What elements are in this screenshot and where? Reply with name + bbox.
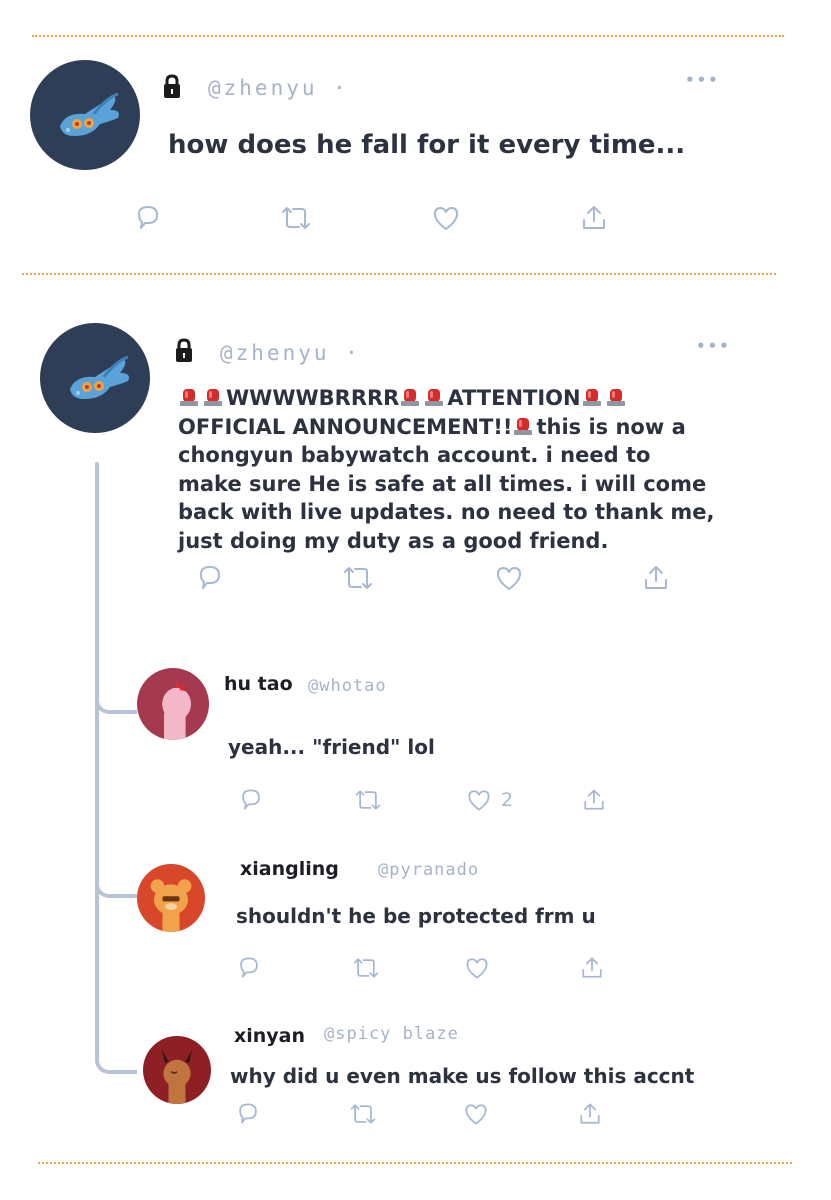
reply-button[interactable]: [194, 562, 226, 594]
lock-icon: [162, 74, 182, 100]
reply-author-name[interactable]: xinyan: [234, 1025, 305, 1047]
heart-icon: [465, 786, 493, 814]
speech-bubble-icon: [132, 202, 164, 234]
reply-author-name[interactable]: xiangling: [240, 858, 339, 880]
reply-author-handle[interactable]: @pyranado: [378, 860, 479, 880]
lock-icon: [174, 338, 194, 364]
like-count: 2: [501, 789, 514, 811]
like-button[interactable]: [463, 954, 491, 982]
more-options-icon[interactable]: •••: [696, 337, 731, 355]
reply-author-handle[interactable]: @whotao: [308, 676, 387, 696]
like-button[interactable]: 2: [465, 786, 513, 814]
thread-branch: [95, 874, 137, 898]
speech-bubble-icon: [194, 562, 226, 594]
siren-emoji-icon: [202, 387, 224, 407]
speech-bubble-icon: [235, 954, 263, 982]
retweet-icon: [347, 1100, 379, 1128]
retweet-icon: [350, 954, 382, 982]
avatar-zhenyu[interactable]: [30, 60, 140, 170]
avatar-hutao[interactable]: [137, 668, 209, 740]
siren-emoji-icon: [423, 387, 445, 407]
reply-button[interactable]: [235, 954, 263, 982]
siren-emoji-icon: [605, 387, 627, 407]
share-button[interactable]: [578, 202, 610, 234]
reply-button[interactable]: [132, 202, 164, 234]
avatar-xinyan[interactable]: [143, 1036, 211, 1104]
post-text: how does he fall for it every time...: [168, 130, 686, 160]
share-icon: [640, 562, 672, 594]
retweet-icon: [340, 562, 376, 594]
post-line: just doing my duty as a good friend.: [178, 528, 609, 553]
post-handle[interactable]: @zhenyu ·: [220, 341, 361, 365]
heart-icon: [462, 1100, 490, 1128]
reply-text: why did u even make us follow this accnt: [230, 1064, 695, 1088]
more-options-icon[interactable]: •••: [685, 71, 720, 89]
thread-line: [95, 462, 99, 1064]
reply-text: shouldn't he be protected frm u: [236, 904, 596, 928]
post-text-segment: this is now a: [536, 414, 686, 439]
retweet-button[interactable]: [340, 562, 376, 594]
post-text-segment: ATTENTION: [447, 386, 581, 410]
thread-branch: [95, 690, 137, 714]
retweet-icon: [278, 202, 314, 234]
heart-icon: [493, 562, 525, 594]
middle-divider: [22, 273, 776, 275]
share-icon: [580, 786, 608, 814]
heart-icon: [463, 954, 491, 982]
siren-emoji-icon: [512, 416, 534, 436]
siren-emoji-icon: [399, 387, 421, 407]
like-button[interactable]: [430, 202, 462, 234]
reply-author-name[interactable]: hu tao: [224, 673, 293, 695]
post-handle[interactable]: @zhenyu ·: [208, 76, 349, 100]
top-divider: [32, 35, 784, 37]
share-icon: [576, 1100, 604, 1128]
siren-emoji-icon: [178, 387, 200, 407]
bottom-divider: [38, 1162, 792, 1164]
share-button[interactable]: [578, 954, 606, 982]
post-text-segment: WWWWBRRRR: [226, 386, 400, 410]
share-button[interactable]: [580, 786, 608, 814]
share-button[interactable]: [576, 1100, 604, 1128]
heart-icon: [430, 202, 462, 234]
retweet-button[interactable]: [347, 1100, 379, 1128]
like-button[interactable]: [462, 1100, 490, 1128]
post-text-segment: OFFICIAL ANNOUNCEMENT!!: [178, 414, 513, 439]
post-line: chongyun babywatch account. i need to: [178, 443, 651, 467]
post-line: OFFICIAL ANNOUNCEMENT!! this is now a: [178, 413, 738, 442]
post-line: make sure He is safe at all times. i wil…: [178, 471, 707, 496]
post-line: back with live updates. no need to thank…: [178, 500, 715, 524]
retweet-button[interactable]: [352, 786, 384, 814]
share-button[interactable]: [640, 562, 672, 594]
reply-button[interactable]: [237, 786, 265, 814]
retweet-button[interactable]: [350, 954, 382, 982]
retweet-icon: [352, 786, 384, 814]
post-text: WWWWBRRRR ATTENTION OFFICIAL ANNOUNCEMENT…: [178, 384, 738, 555]
speech-bubble-icon: [237, 786, 265, 814]
thread-branch: [95, 1050, 137, 1074]
share-icon: [578, 954, 606, 982]
siren-emoji-icon: [581, 387, 603, 407]
avatar-zhenyu[interactable]: [40, 323, 150, 433]
speech-bubble-icon: [234, 1100, 262, 1128]
avatar-xiangling[interactable]: [137, 864, 205, 932]
reply-button[interactable]: [234, 1100, 262, 1128]
like-button[interactable]: [493, 562, 525, 594]
post-line: WWWWBRRRR ATTENTION: [178, 384, 738, 413]
reply-text: yeah... "friend" lol: [228, 735, 435, 759]
share-icon: [578, 202, 610, 234]
retweet-button[interactable]: [278, 202, 314, 234]
reply-author-handle[interactable]: @spicy blaze: [324, 1024, 459, 1044]
